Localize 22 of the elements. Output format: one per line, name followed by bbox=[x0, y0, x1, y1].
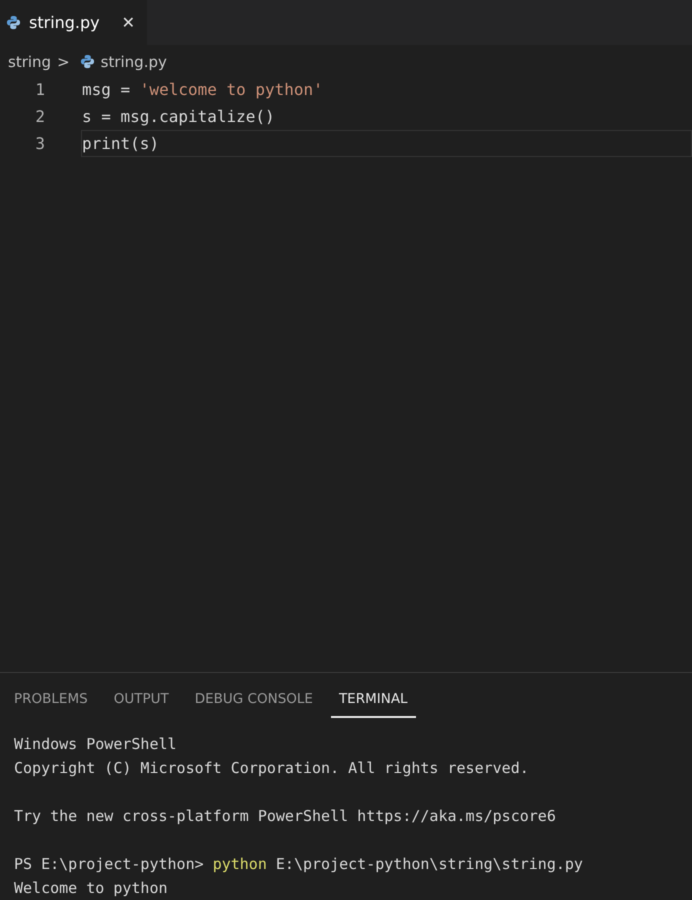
panel-tab[interactable]: OUTPUT bbox=[106, 687, 177, 718]
python-icon bbox=[6, 14, 21, 30]
terminal-line: Windows PowerShell bbox=[14, 735, 177, 754]
breadcrumb-file[interactable]: string.py bbox=[100, 52, 167, 71]
breadcrumb-separator: > bbox=[57, 52, 70, 71]
line-number: 3 bbox=[34, 134, 46, 153]
terminal-line: Copyright (C) Microsoft Corporation. All rights reserved. bbox=[14, 759, 529, 778]
breadcrumb-folder[interactable]: string bbox=[8, 52, 52, 71]
terminal-line: Welcome to python bbox=[14, 879, 168, 898]
python-icon bbox=[80, 54, 95, 70]
panel-tab[interactable]: TERMINAL bbox=[330, 687, 416, 718]
tab-label: string.py bbox=[29, 12, 100, 32]
line-number: 1 bbox=[34, 80, 46, 99]
code-line: msg = 'welcome to python' bbox=[81, 78, 324, 101]
terminal-line: Try the new cross-platform PowerShell https://aka.ms/pscore6 bbox=[14, 807, 556, 826]
panel-tab[interactable]: PROBLEMS bbox=[6, 687, 96, 718]
line-number: 2 bbox=[34, 106, 46, 126]
close-button[interactable]: ✕ bbox=[108, 12, 136, 32]
code-line: s = msg.capitalize() bbox=[81, 106, 276, 128]
file-tab[interactable]: string.py ✕ bbox=[0, 0, 148, 45]
terminal-line: PS E:\project-python> python E:\project-python\string\string.py bbox=[14, 855, 583, 874]
panel-tab[interactable]: DEBUG CONSOLE bbox=[186, 687, 321, 718]
